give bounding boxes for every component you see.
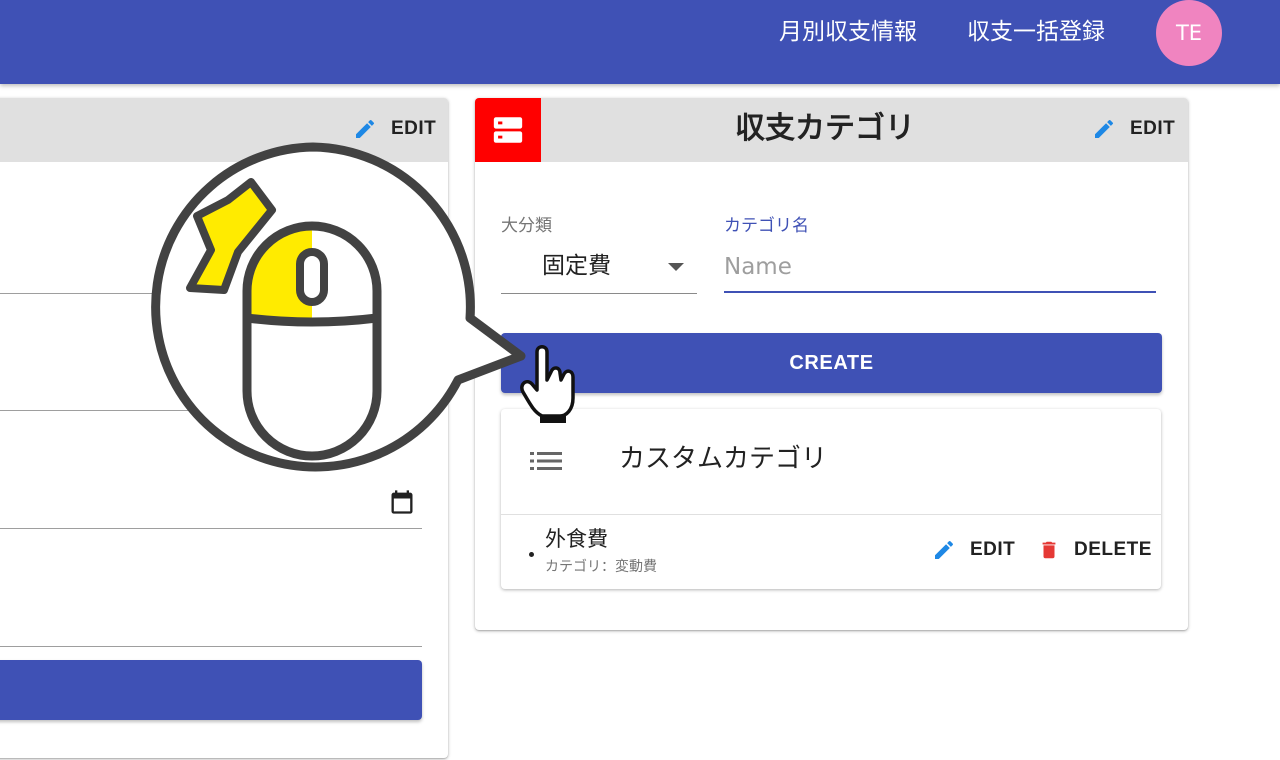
bullet xyxy=(529,552,534,557)
item-subtitle: カテゴリ：変動費 xyxy=(545,559,657,575)
item-delete-button[interactable]: DELETE xyxy=(1038,534,1152,566)
nav-bulk-register[interactable]: 収支一括登録 xyxy=(967,16,1105,48)
edit-label: EDIT xyxy=(391,118,437,139)
category-name-label: カテゴリ名 xyxy=(724,216,809,236)
left-field-1-underline xyxy=(0,293,422,294)
category-name-underline xyxy=(724,291,1156,293)
list-divider xyxy=(501,514,1161,515)
custom-category-list: カスタムカテゴリ 外食費 カテゴリ：変動費 EDIT DELETE xyxy=(501,409,1161,589)
storage-icon xyxy=(493,117,523,143)
edit-label: EDIT xyxy=(1130,118,1176,139)
item-edit-button[interactable]: EDIT xyxy=(932,534,1015,566)
major-category-underline xyxy=(501,293,697,294)
left-card: EDIT xyxy=(0,98,448,758)
list-icon xyxy=(530,452,562,470)
left-field-4-underline xyxy=(0,646,422,647)
create-label: CREATE xyxy=(789,351,874,374)
dropdown-arrow-icon xyxy=(668,263,684,271)
app-bar: 月別収支情報 収支一括登録 TE xyxy=(0,0,1280,84)
storage-icon-box xyxy=(475,98,541,162)
nav-monthly-balance[interactable]: 月別収支情報 xyxy=(779,16,917,48)
edit-label: EDIT xyxy=(970,539,1016,560)
left-field-3-underline xyxy=(0,528,422,529)
list-title: カスタムカテゴリ xyxy=(619,444,828,474)
item-name: 外食費 xyxy=(545,527,608,551)
major-category-label: 大分類 xyxy=(501,216,552,236)
category-edit-button[interactable]: EDIT xyxy=(1092,114,1175,144)
pencil-icon xyxy=(935,540,954,559)
trash-icon xyxy=(1042,541,1056,559)
category-card: 収支カテゴリ EDIT 大分類 固定費 カテゴリ名 CREATE カスタムカテゴ… xyxy=(475,98,1188,630)
avatar[interactable]: TE xyxy=(1156,0,1222,66)
left-edit-button[interactable]: EDIT xyxy=(353,114,436,144)
left-field-2-underline xyxy=(0,410,422,411)
category-name-input[interactable] xyxy=(724,250,1154,284)
create-button[interactable]: CREATE xyxy=(501,333,1162,393)
left-submit-button[interactable] xyxy=(0,660,422,720)
avatar-initials: TE xyxy=(1175,21,1203,45)
pencil-icon xyxy=(1095,119,1114,138)
pencil-icon xyxy=(356,119,375,138)
calendar-icon[interactable] xyxy=(388,488,416,516)
delete-label: DELETE xyxy=(1074,539,1152,560)
major-category-value: 固定費 xyxy=(542,253,611,279)
card-title: 収支カテゴリ xyxy=(735,111,915,146)
